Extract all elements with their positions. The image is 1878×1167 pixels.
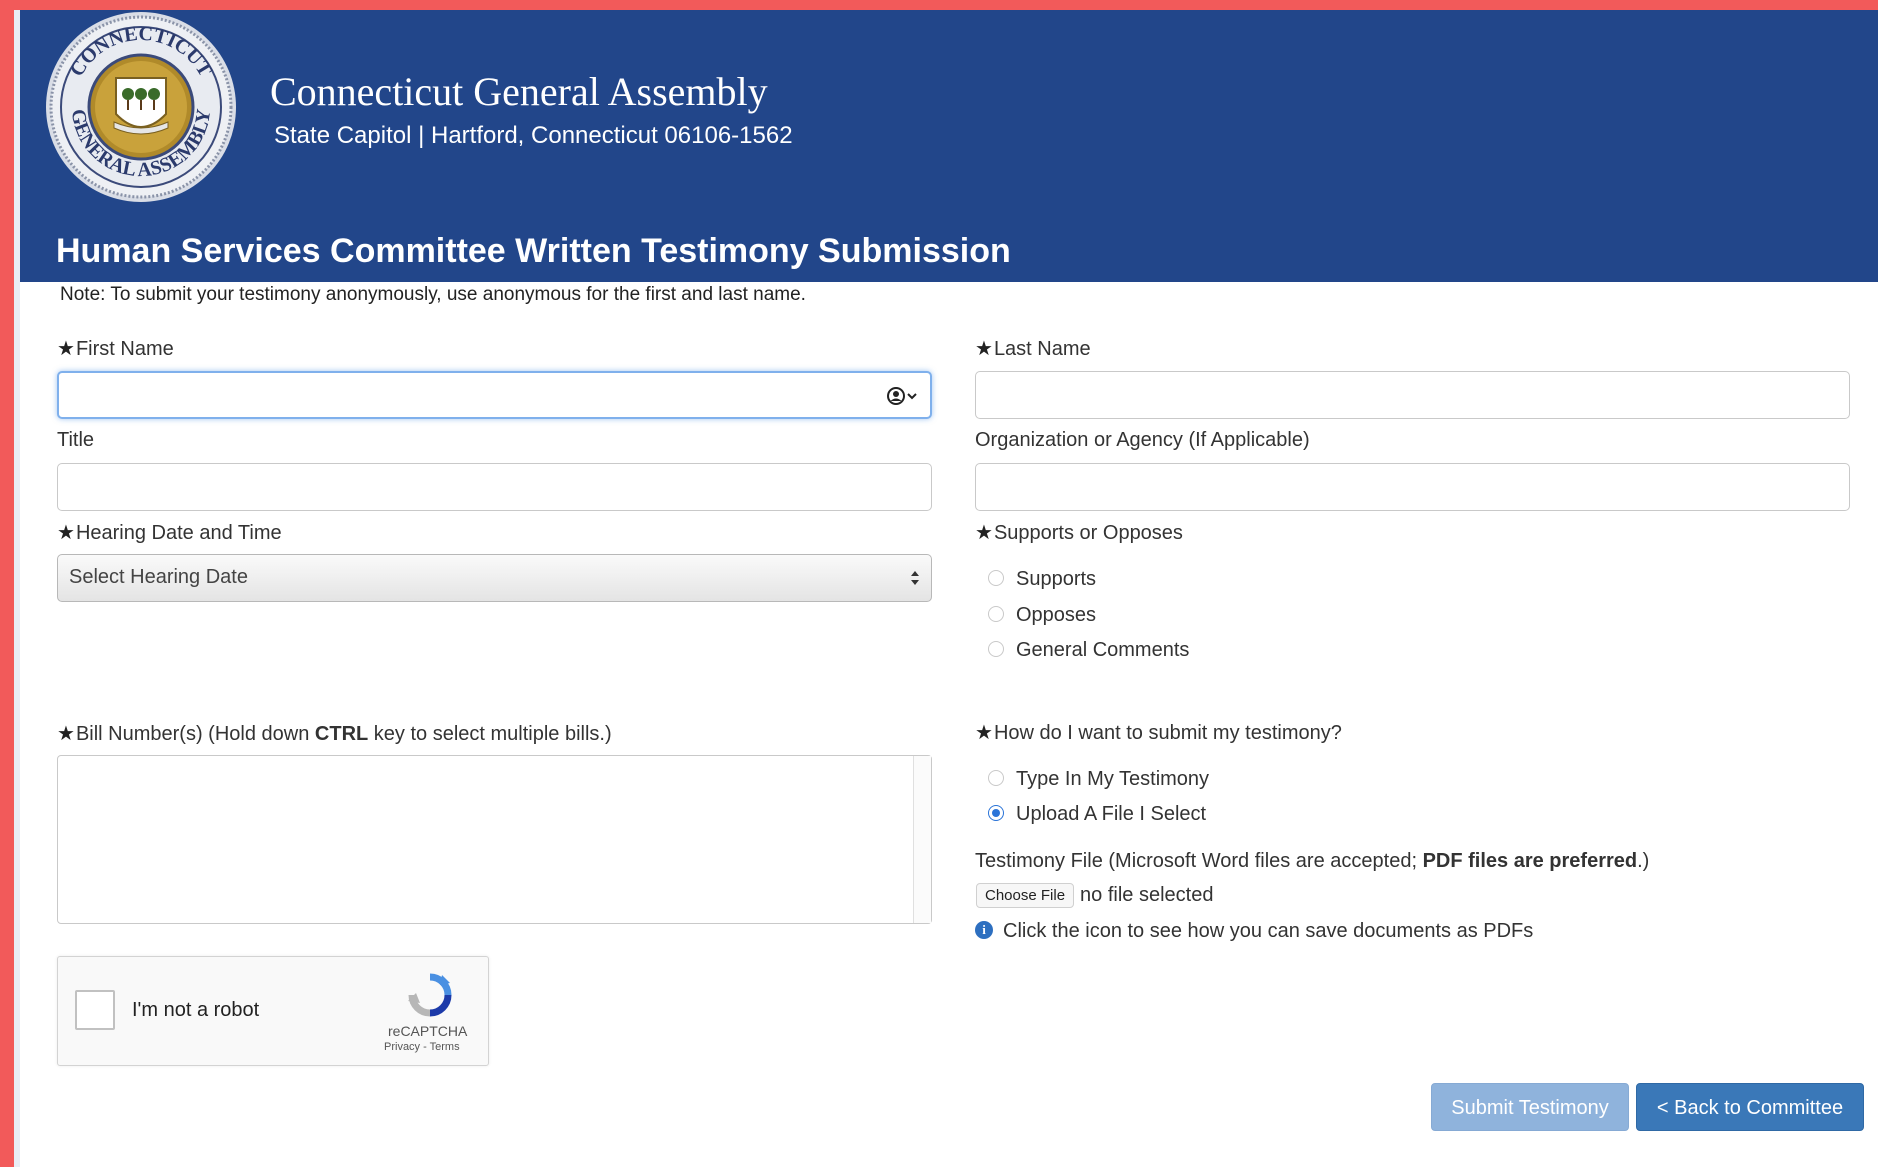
hearing-date-selected: Select Hearing Date (69, 566, 248, 588)
recaptcha-widget: I'm not a robot reCAPTCHA Privacy - Term… (57, 956, 489, 1066)
last-name-label: ★Last Name (975, 338, 1091, 360)
organization-input[interactable] (975, 463, 1850, 511)
last-name-input[interactable] (975, 371, 1850, 419)
pdf-help-text: Click the icon to see how you can save d… (1003, 920, 1534, 942)
required-star-icon: ★ (57, 522, 75, 544)
testimony-file-label: Testimony File (Microsoft Word files are… (975, 850, 1650, 872)
site-title: Connecticut General Assembly (270, 69, 768, 114)
submit-option-upload[interactable]: Upload A File I Select (988, 803, 1206, 831)
recaptcha-privacy-terms[interactable]: Privacy - Terms (384, 1041, 460, 1053)
required-star-icon: ★ (57, 338, 75, 360)
position-option-supports[interactable]: Supports (988, 568, 1096, 596)
bills-label: ★Bill Number(s) (Hold down CTRL key to s… (57, 723, 612, 745)
supports-radio[interactable] (988, 569, 1004, 586)
required-star-icon: ★ (975, 722, 993, 744)
required-star-icon: ★ (975, 522, 993, 544)
recaptcha-logo-icon (408, 973, 452, 1017)
hearing-date-select[interactable]: Select Hearing Date (57, 554, 932, 602)
file-picker: Choose File no file selected (976, 883, 1213, 908)
recaptcha-label: I'm not a robot (132, 999, 260, 1021)
site-header: CONNECTICUT GENERAL ASSEMBLY Connecticut… (20, 10, 1878, 282)
choose-file-button[interactable]: Choose File (976, 883, 1075, 908)
recaptcha-brand: reCAPTCHA (388, 1023, 468, 1039)
bill-numbers-listbox[interactable] (57, 755, 932, 924)
general-comments-radio[interactable] (988, 640, 1004, 657)
page-title: Human Services Committee Written Testimo… (56, 232, 1011, 270)
anonymous-note: Note: To submit your testimony anonymous… (60, 284, 806, 305)
position-option-general-comments[interactable]: General Comments (988, 639, 1189, 667)
contact-autofill-icon[interactable] (884, 385, 920, 407)
recaptcha-checkbox[interactable] (75, 990, 115, 1030)
opposes-radio[interactable] (988, 605, 1004, 622)
testimony-page: CONNECTICUT GENERAL ASSEMBLY Connecticut… (20, 10, 1878, 1167)
organization-label: Organization or Agency (If Applicable) (975, 429, 1310, 451)
hearing-label: ★Hearing Date and Time (57, 522, 282, 544)
file-status: no file selected (1080, 884, 1214, 906)
bill-list-scrollbar[interactable] (913, 756, 931, 923)
submit-testimony-button[interactable]: Submit Testimony (1431, 1083, 1629, 1131)
cga-seal-icon: CONNECTICUT GENERAL ASSEMBLY (46, 12, 236, 202)
window-frame-top (0, 0, 1878, 10)
position-option-opposes[interactable]: Opposes (988, 604, 1096, 632)
upload-file-radio[interactable] (988, 804, 1004, 821)
site-address: State Capitol | Hartford, Connecticut 06… (274, 122, 793, 149)
type-testimony-radio[interactable] (988, 769, 1004, 786)
select-arrows-icon (911, 571, 919, 585)
required-star-icon: ★ (975, 338, 993, 360)
title-input[interactable] (57, 463, 932, 511)
title-label: Title (57, 429, 95, 451)
first-name-label: ★First Name (57, 338, 174, 360)
position-label: ★Supports or Opposes (975, 522, 1183, 544)
back-to-committee-button[interactable]: < Back to Committee (1636, 1083, 1864, 1131)
required-star-icon: ★ (57, 723, 75, 745)
first-name-input[interactable] (57, 371, 932, 419)
info-icon[interactable]: i (975, 920, 993, 939)
submit-method-label: ★How do I want to submit my testimony? (975, 722, 1342, 744)
submit-option-type[interactable]: Type In My Testimony (988, 768, 1209, 796)
pdf-help: i Click the icon to see how you can save … (975, 920, 1533, 943)
